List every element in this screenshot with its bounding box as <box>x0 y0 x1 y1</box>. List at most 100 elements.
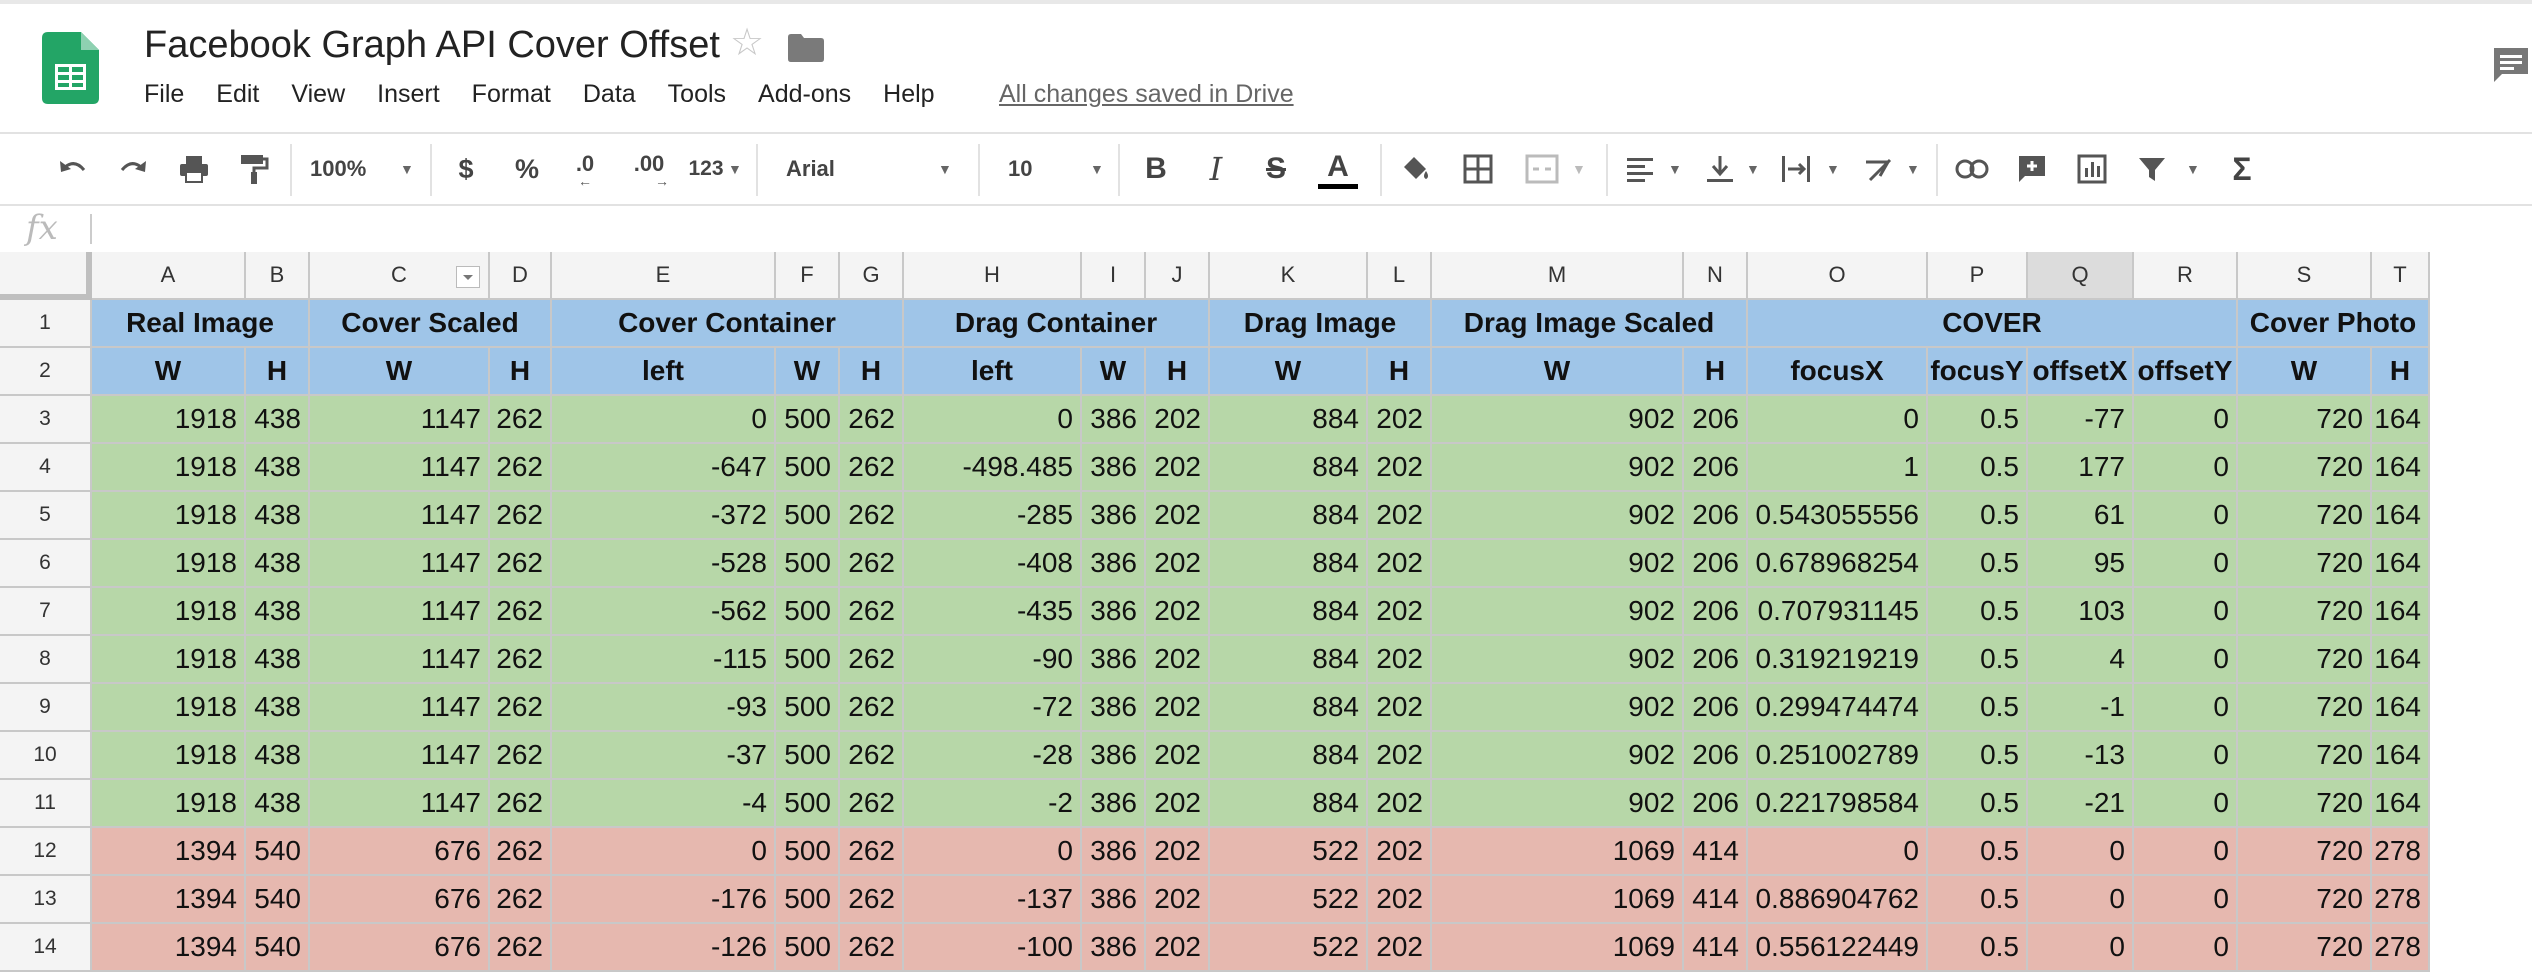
fill-color-button[interactable] <box>1396 134 1436 204</box>
data-cell[interactable]: 438 <box>246 492 310 540</box>
insert-chart-button[interactable] <box>2072 134 2112 204</box>
data-cell[interactable]: 500 <box>776 924 840 972</box>
data-cell[interactable]: 262 <box>840 636 904 684</box>
data-cell[interactable]: 103 <box>2028 588 2134 636</box>
data-cell[interactable]: 0 <box>2134 924 2238 972</box>
sub-header-cell[interactable]: W <box>310 348 490 396</box>
row-header-5[interactable]: 5 <box>0 492 92 540</box>
text-color-button[interactable]: A <box>1316 134 1360 204</box>
row-header-7[interactable]: 7 <box>0 588 92 636</box>
column-header-b[interactable]: B <box>246 252 310 300</box>
column-header-e[interactable]: E <box>552 252 776 300</box>
data-cell[interactable]: 0 <box>2134 684 2238 732</box>
data-cell[interactable]: 202 <box>1368 540 1432 588</box>
data-cell[interactable]: 202 <box>1368 924 1432 972</box>
column-header-f[interactable]: F <box>776 252 840 300</box>
data-cell[interactable]: 0.678968254 <box>1748 540 1928 588</box>
menu-addons[interactable]: Add-ons <box>758 80 851 109</box>
data-cell[interactable]: 884 <box>1210 444 1368 492</box>
data-cell[interactable]: 1918 <box>92 444 246 492</box>
bold-button[interactable]: B <box>1136 134 1176 204</box>
data-cell[interactable]: 720 <box>2238 780 2372 828</box>
data-cell[interactable]: 884 <box>1210 588 1368 636</box>
data-cell[interactable]: 202 <box>1146 684 1210 732</box>
sub-header-cell[interactable]: H <box>840 348 904 396</box>
increase-decimal-button[interactable]: .00 → <box>620 134 678 204</box>
data-cell[interactable]: 0.5 <box>1928 684 2028 732</box>
group-header-cell[interactable]: Cover Container <box>552 300 904 348</box>
data-cell[interactable]: -498.485 <box>904 444 1082 492</box>
data-cell[interactable]: 278 <box>2372 924 2430 972</box>
data-cell[interactable]: 0.5 <box>1928 636 2028 684</box>
data-cell[interactable]: 0 <box>552 828 776 876</box>
data-cell[interactable]: 0 <box>1748 396 1928 444</box>
sub-header-cell[interactable]: W <box>1432 348 1684 396</box>
data-cell[interactable]: 1394 <box>92 828 246 876</box>
data-cell[interactable]: -90 <box>904 636 1082 684</box>
data-cell[interactable]: 0 <box>2134 732 2238 780</box>
percent-format-button[interactable]: % <box>508 134 546 204</box>
data-cell[interactable]: 438 <box>246 780 310 828</box>
data-cell[interactable]: 438 <box>246 540 310 588</box>
data-cell[interactable]: 262 <box>840 492 904 540</box>
data-cell[interactable]: 414 <box>1684 828 1748 876</box>
row-header-14[interactable]: 14 <box>0 924 92 972</box>
data-cell[interactable]: 206 <box>1684 492 1748 540</box>
data-cell[interactable]: 206 <box>1684 444 1748 492</box>
data-cell[interactable]: 0 <box>2028 924 2134 972</box>
data-cell[interactable]: 202 <box>1146 828 1210 876</box>
data-cell[interactable]: 720 <box>2238 732 2372 780</box>
data-cell[interactable]: 500 <box>776 684 840 732</box>
data-cell[interactable]: 202 <box>1368 828 1432 876</box>
data-cell[interactable]: 202 <box>1368 684 1432 732</box>
sub-header-cell[interactable]: focusX <box>1748 348 1928 396</box>
data-cell[interactable]: -4 <box>552 780 776 828</box>
data-cell[interactable]: 164 <box>2372 540 2430 588</box>
data-cell[interactable]: 540 <box>246 876 310 924</box>
data-cell[interactable]: 386 <box>1082 732 1146 780</box>
data-cell[interactable]: 202 <box>1146 780 1210 828</box>
print-button[interactable] <box>172 134 216 204</box>
data-cell[interactable]: 262 <box>490 876 552 924</box>
data-cell[interactable]: -100 <box>904 924 1082 972</box>
data-cell[interactable]: 902 <box>1432 732 1684 780</box>
borders-button[interactable] <box>1458 134 1498 204</box>
data-cell[interactable]: 500 <box>776 588 840 636</box>
italic-button[interactable]: I <box>1196 134 1236 204</box>
data-cell[interactable]: 1147 <box>310 636 490 684</box>
horizontal-align-dropdown-icon[interactable]: ▼ <box>1668 134 1682 204</box>
data-cell[interactable]: 0.5 <box>1928 924 2028 972</box>
column-header-s[interactable]: S <box>2238 252 2372 300</box>
data-cell[interactable]: 902 <box>1432 588 1684 636</box>
data-cell[interactable]: 0 <box>2134 636 2238 684</box>
data-cell[interactable]: 262 <box>840 396 904 444</box>
data-cell[interactable]: 1394 <box>92 924 246 972</box>
data-cell[interactable]: 0 <box>2028 876 2134 924</box>
vertical-align-dropdown-icon[interactable]: ▼ <box>1746 134 1760 204</box>
font-family-dropdown-icon[interactable]: ▼ <box>938 134 952 204</box>
data-cell[interactable]: 1147 <box>310 684 490 732</box>
group-header-cell[interactable]: Cover Photo <box>2238 300 2430 348</box>
data-cell[interactable]: 500 <box>776 444 840 492</box>
currency-format-button[interactable]: $ <box>448 134 484 204</box>
data-cell[interactable]: -126 <box>552 924 776 972</box>
column-header-m[interactable]: M <box>1432 252 1684 300</box>
data-cell[interactable]: 884 <box>1210 492 1368 540</box>
data-cell[interactable]: -137 <box>904 876 1082 924</box>
data-cell[interactable]: 438 <box>246 636 310 684</box>
data-cell[interactable]: 902 <box>1432 636 1684 684</box>
horizontal-align-button[interactable] <box>1620 134 1660 204</box>
data-cell[interactable]: 386 <box>1082 588 1146 636</box>
row-header-10[interactable]: 10 <box>0 732 92 780</box>
data-cell[interactable]: 720 <box>2238 828 2372 876</box>
data-cell[interactable]: 262 <box>490 684 552 732</box>
column-header-j[interactable]: J <box>1146 252 1210 300</box>
data-cell[interactable]: 0.5 <box>1928 828 2028 876</box>
font-size-select[interactable]: 10 <box>1008 134 1068 204</box>
data-cell[interactable]: 262 <box>840 924 904 972</box>
data-cell[interactable]: -2 <box>904 780 1082 828</box>
decrease-decimal-button[interactable]: .0 ← <box>562 134 608 204</box>
sub-header-cell[interactable]: H <box>1146 348 1210 396</box>
data-cell[interactable]: 0.5 <box>1928 876 2028 924</box>
data-cell[interactable]: 262 <box>490 636 552 684</box>
